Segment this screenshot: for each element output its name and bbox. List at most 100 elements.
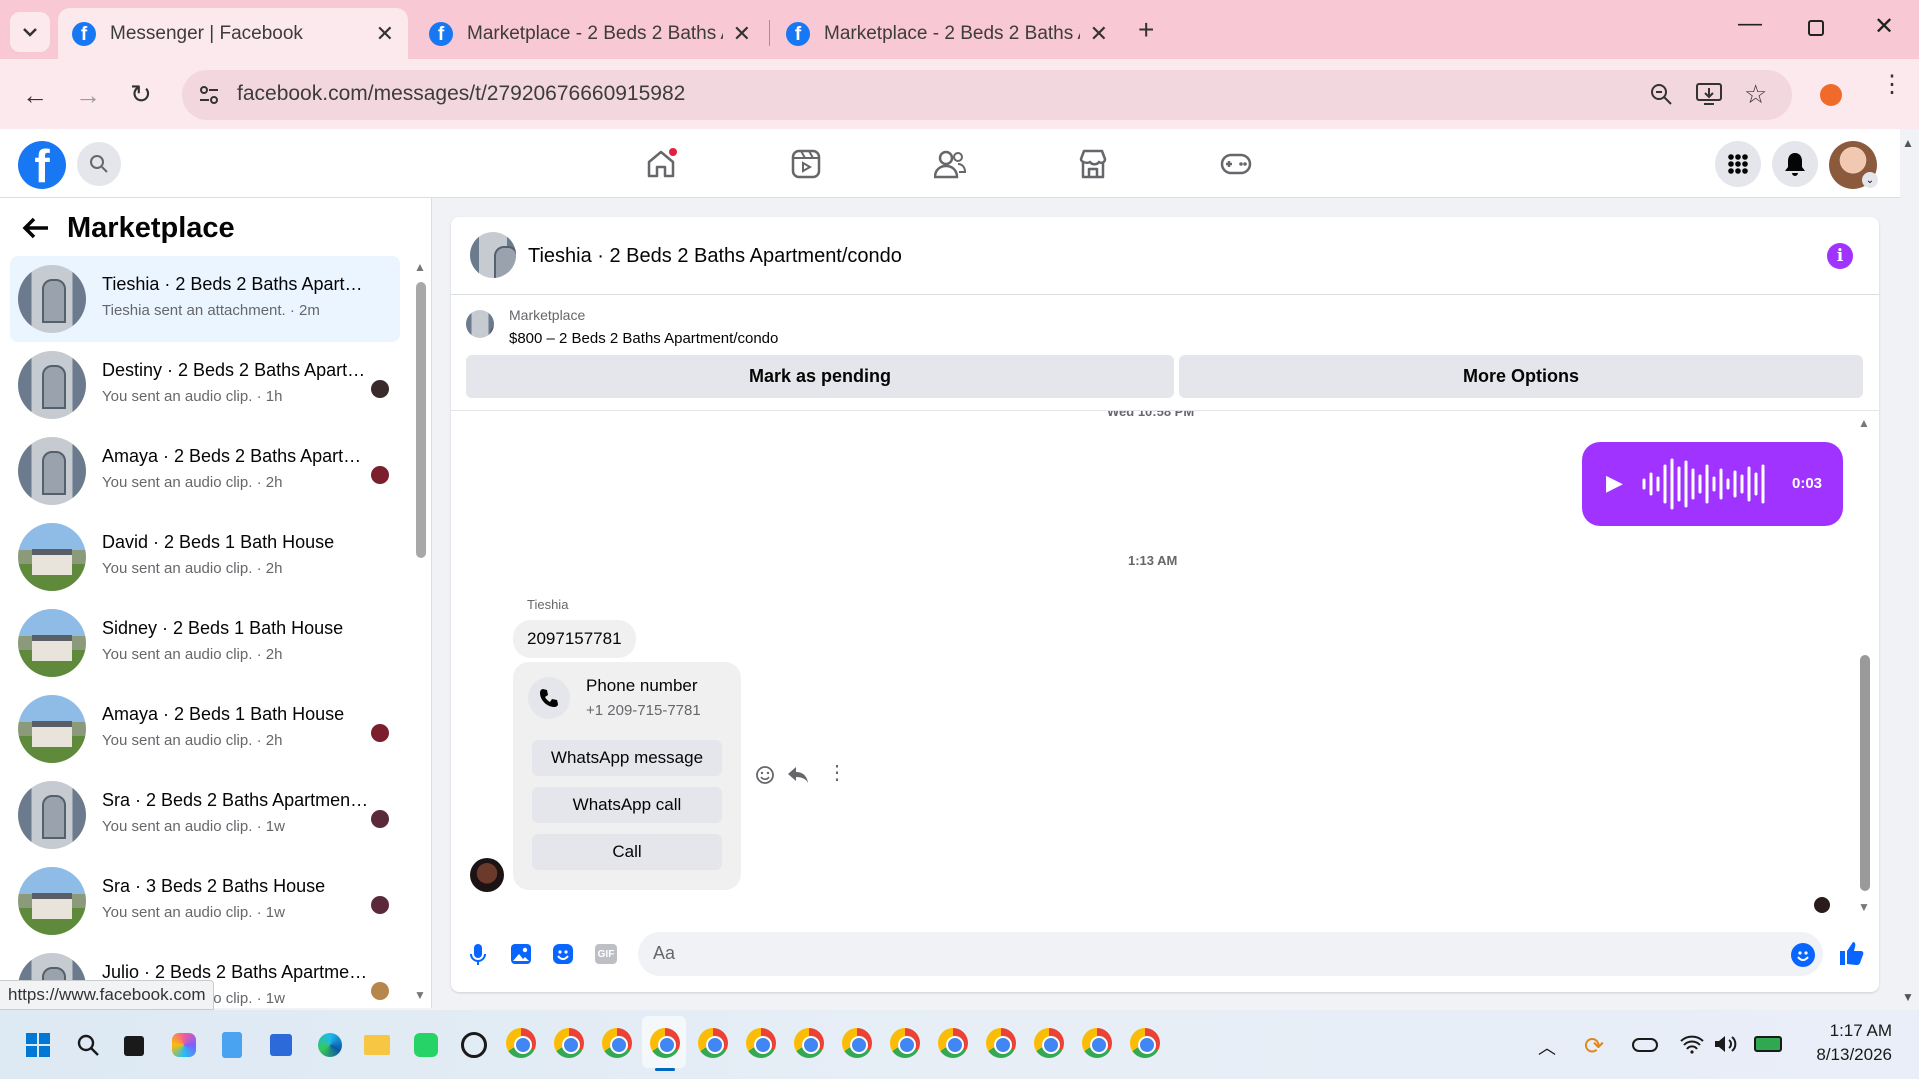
edge-icon[interactable]: [318, 1033, 342, 1057]
chrome-icon[interactable]: [1130, 1028, 1160, 1058]
clock-date[interactable]: 8/13/2026: [1800, 1045, 1892, 1065]
conversation-item[interactable]: David · 2 Beds 1 Bath House You sent an …: [10, 514, 400, 600]
more-options-button[interactable]: More Options: [1179, 355, 1863, 398]
react-icon[interactable]: [755, 765, 775, 785]
site-info-icon[interactable]: [198, 84, 220, 106]
nav-friends-icon[interactable]: [934, 149, 966, 179]
nav-marketplace-icon[interactable]: [1078, 149, 1108, 179]
account-chevron-icon[interactable]: ⌄: [1862, 172, 1878, 188]
chat-header-thumbnail[interactable]: [470, 232, 516, 278]
sidebar-scrollbar-up[interactable]: ▲: [414, 260, 426, 274]
chrome-icon[interactable]: [650, 1028, 680, 1058]
task-view-icon[interactable]: [124, 1036, 144, 1056]
chat-title[interactable]: Tieshia · 2 Beds 2 Baths Apartment/condo: [528, 245, 902, 268]
tab-messenger[interactable]: f Messenger | Facebook ✕: [58, 8, 408, 59]
tab-list-button[interactable]: [10, 12, 50, 52]
conversation-item[interactable]: Sra · 3 Beds 2 Baths House You sent an a…: [10, 858, 400, 944]
conversation-item[interactable]: Destiny · 2 Beds 2 Baths Apartment/condo…: [10, 342, 400, 428]
install-app-icon[interactable]: [1696, 82, 1722, 106]
battery-icon[interactable]: [1754, 1036, 1782, 1052]
chatgpt-icon[interactable]: [461, 1032, 487, 1058]
chat-scrollbar-thumb[interactable]: [1860, 655, 1870, 891]
tray-chevron-icon[interactable]: ︿: [1538, 1034, 1556, 1060]
chrome-icon[interactable]: [938, 1028, 968, 1058]
forward-button[interactable]: →: [75, 80, 101, 111]
taskbar-search-icon[interactable]: [76, 1033, 100, 1057]
notepad-icon[interactable]: [222, 1032, 242, 1058]
back-button[interactable]: ←: [22, 80, 48, 111]
conversation-item[interactable]: Sidney · 2 Beds 1 Bath House You sent an…: [10, 600, 400, 686]
chrome-icon[interactable]: [506, 1028, 536, 1058]
sidebar-scrollbar-down[interactable]: ▼: [414, 988, 426, 1002]
text-message[interactable]: 2097157781: [513, 620, 636, 658]
page-scroll-up[interactable]: ▲: [1902, 136, 1914, 150]
facebook-logo-icon[interactable]: f: [18, 141, 66, 189]
chrome-icon[interactable]: [842, 1028, 872, 1058]
chrome-icon[interactable]: [746, 1028, 776, 1058]
whatsapp-call-button[interactable]: WhatsApp call: [532, 787, 722, 823]
thumbs-up-icon[interactable]: [1838, 940, 1864, 966]
chrome-icon[interactable]: [890, 1028, 920, 1058]
clock-time[interactable]: 1:17 AM: [1822, 1021, 1892, 1041]
page-scroll-down[interactable]: ▼: [1902, 990, 1914, 1004]
start-icon[interactable]: [26, 1033, 50, 1057]
browser-menu-icon[interactable]: ⋮: [1880, 73, 1904, 97]
chrome-icon[interactable]: [602, 1028, 632, 1058]
nav-home-icon[interactable]: [645, 148, 677, 180]
message-input[interactable]: [638, 932, 1823, 976]
tab-marketplace-1[interactable]: f Marketplace - 2 Beds 2 Baths Ap ✕: [415, 8, 765, 59]
conversation-item[interactable]: Sra · 2 Beds 2 Baths Apartment/condo You…: [10, 772, 400, 858]
whatsapp-icon[interactable]: [414, 1033, 438, 1057]
photo-icon[interactable]: [510, 943, 532, 965]
chrome-icon[interactable]: [794, 1028, 824, 1058]
emoji-icon[interactable]: [1791, 943, 1815, 967]
nav-gaming-icon[interactable]: [1220, 152, 1252, 176]
onedrive-icon[interactable]: [1632, 1038, 1658, 1052]
sender-avatar[interactable]: [470, 858, 504, 892]
wifi-icon[interactable]: [1680, 1034, 1704, 1054]
close-tab-icon[interactable]: ✕: [376, 21, 394, 47]
tab-marketplace-2[interactable]: f Marketplace - 2 Beds 2 Baths Ap ✕: [772, 8, 1122, 59]
back-arrow-icon[interactable]: [22, 216, 50, 240]
sync-icon[interactable]: ⟳: [1584, 1032, 1604, 1061]
conversation-item[interactable]: Amaya · 2 Beds 2 Baths Apartment/condo Y…: [10, 428, 400, 514]
conversation-item[interactable]: Tieshia · 2 Beds 2 Baths Apartment/condo…: [10, 256, 400, 342]
mark-pending-button[interactable]: Mark as pending: [466, 355, 1174, 398]
chat-scrollbar-up[interactable]: ▲: [1858, 416, 1870, 430]
reload-button[interactable]: ↻: [130, 79, 152, 110]
extension-icon[interactable]: [1820, 84, 1842, 106]
minimize-button[interactable]: —: [1738, 10, 1762, 38]
chrome-icon[interactable]: [1082, 1028, 1112, 1058]
audio-message[interactable]: ▶ 0:03: [1582, 442, 1843, 526]
listing-title[interactable]: $800 – 2 Beds 2 Baths Apartment/condo: [509, 330, 778, 347]
chrome-icon[interactable]: [1034, 1028, 1064, 1058]
volume-icon[interactable]: [1714, 1034, 1738, 1054]
gif-icon[interactable]: GIF: [595, 944, 617, 964]
close-window-button[interactable]: ✕: [1874, 12, 1894, 41]
new-tab-button[interactable]: +: [1138, 14, 1154, 46]
info-button[interactable]: i: [1827, 243, 1853, 269]
chrome-icon[interactable]: [698, 1028, 728, 1058]
bookmark-star-icon[interactable]: ☆: [1744, 79, 1767, 110]
file-explorer-icon[interactable]: [364, 1035, 390, 1055]
more-actions-icon[interactable]: ⋮: [827, 763, 847, 783]
chrome-icon[interactable]: [986, 1028, 1016, 1058]
conversation-item[interactable]: Amaya · 2 Beds 1 Bath House You sent an …: [10, 686, 400, 772]
sidebar-scrollbar-thumb[interactable]: [416, 282, 426, 558]
reply-icon[interactable]: [787, 766, 809, 784]
menu-grid-button[interactable]: [1715, 141, 1761, 187]
play-icon[interactable]: ▶: [1606, 470, 1623, 496]
notifications-button[interactable]: [1772, 141, 1818, 187]
voice-clip-icon[interactable]: [470, 943, 486, 967]
zoom-icon[interactable]: [1649, 82, 1673, 106]
close-tab-icon[interactable]: ✕: [1090, 21, 1108, 47]
call-button[interactable]: Call: [532, 834, 722, 870]
whatsapp-message-button[interactable]: WhatsApp message: [532, 740, 722, 776]
chrome-icon[interactable]: [554, 1028, 584, 1058]
fb-search-button[interactable]: [77, 142, 121, 186]
chat-scrollbar-down[interactable]: ▼: [1858, 900, 1870, 914]
close-tab-icon[interactable]: ✕: [733, 21, 751, 47]
sticker-icon[interactable]: [552, 943, 574, 965]
nav-video-icon[interactable]: [791, 149, 821, 179]
copilot-icon[interactable]: [172, 1033, 196, 1057]
